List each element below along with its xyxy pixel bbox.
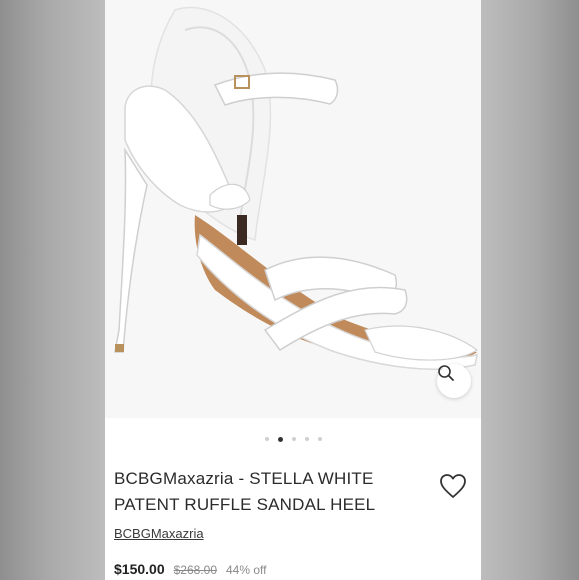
carousel-dot[interactable]	[291, 437, 296, 441]
shoe-illustration	[114, 6, 479, 370]
current-price: $150.00	[114, 561, 165, 577]
original-price: $268.00	[173, 563, 217, 577]
favorite-button[interactable]	[439, 473, 467, 499]
product-title-line-2: PATENT RUFFLE SANDAL HEEL	[114, 495, 376, 514]
zoom-button[interactable]	[437, 364, 471, 398]
carousel-dot-active[interactable]	[277, 436, 283, 442]
product-card: BCBGMaxazria - STELLA WHITE PATENT RUFFL…	[105, 0, 481, 580]
left-backdrop	[0, 0, 105, 580]
carousel-indicator	[105, 434, 481, 444]
product-title-line-1: BCBGMaxazria - STELLA WHITE	[114, 469, 374, 488]
discount-badge: 44% off	[226, 563, 267, 577]
price-row: $150.00 $268.00 44% off	[114, 561, 266, 577]
product-title: BCBGMaxazria - STELLA WHITE PATENT RUFFL…	[114, 466, 424, 518]
magnifier-icon	[438, 365, 454, 381]
right-backdrop	[481, 0, 579, 580]
carousel-dot[interactable]	[317, 437, 322, 441]
product-image[interactable]	[105, 0, 481, 418]
carousel-dot[interactable]	[264, 437, 269, 441]
heart-outline-icon	[440, 474, 466, 498]
carousel-dot[interactable]	[304, 437, 309, 441]
brand-link[interactable]: BCBGMaxazria	[114, 526, 204, 541]
